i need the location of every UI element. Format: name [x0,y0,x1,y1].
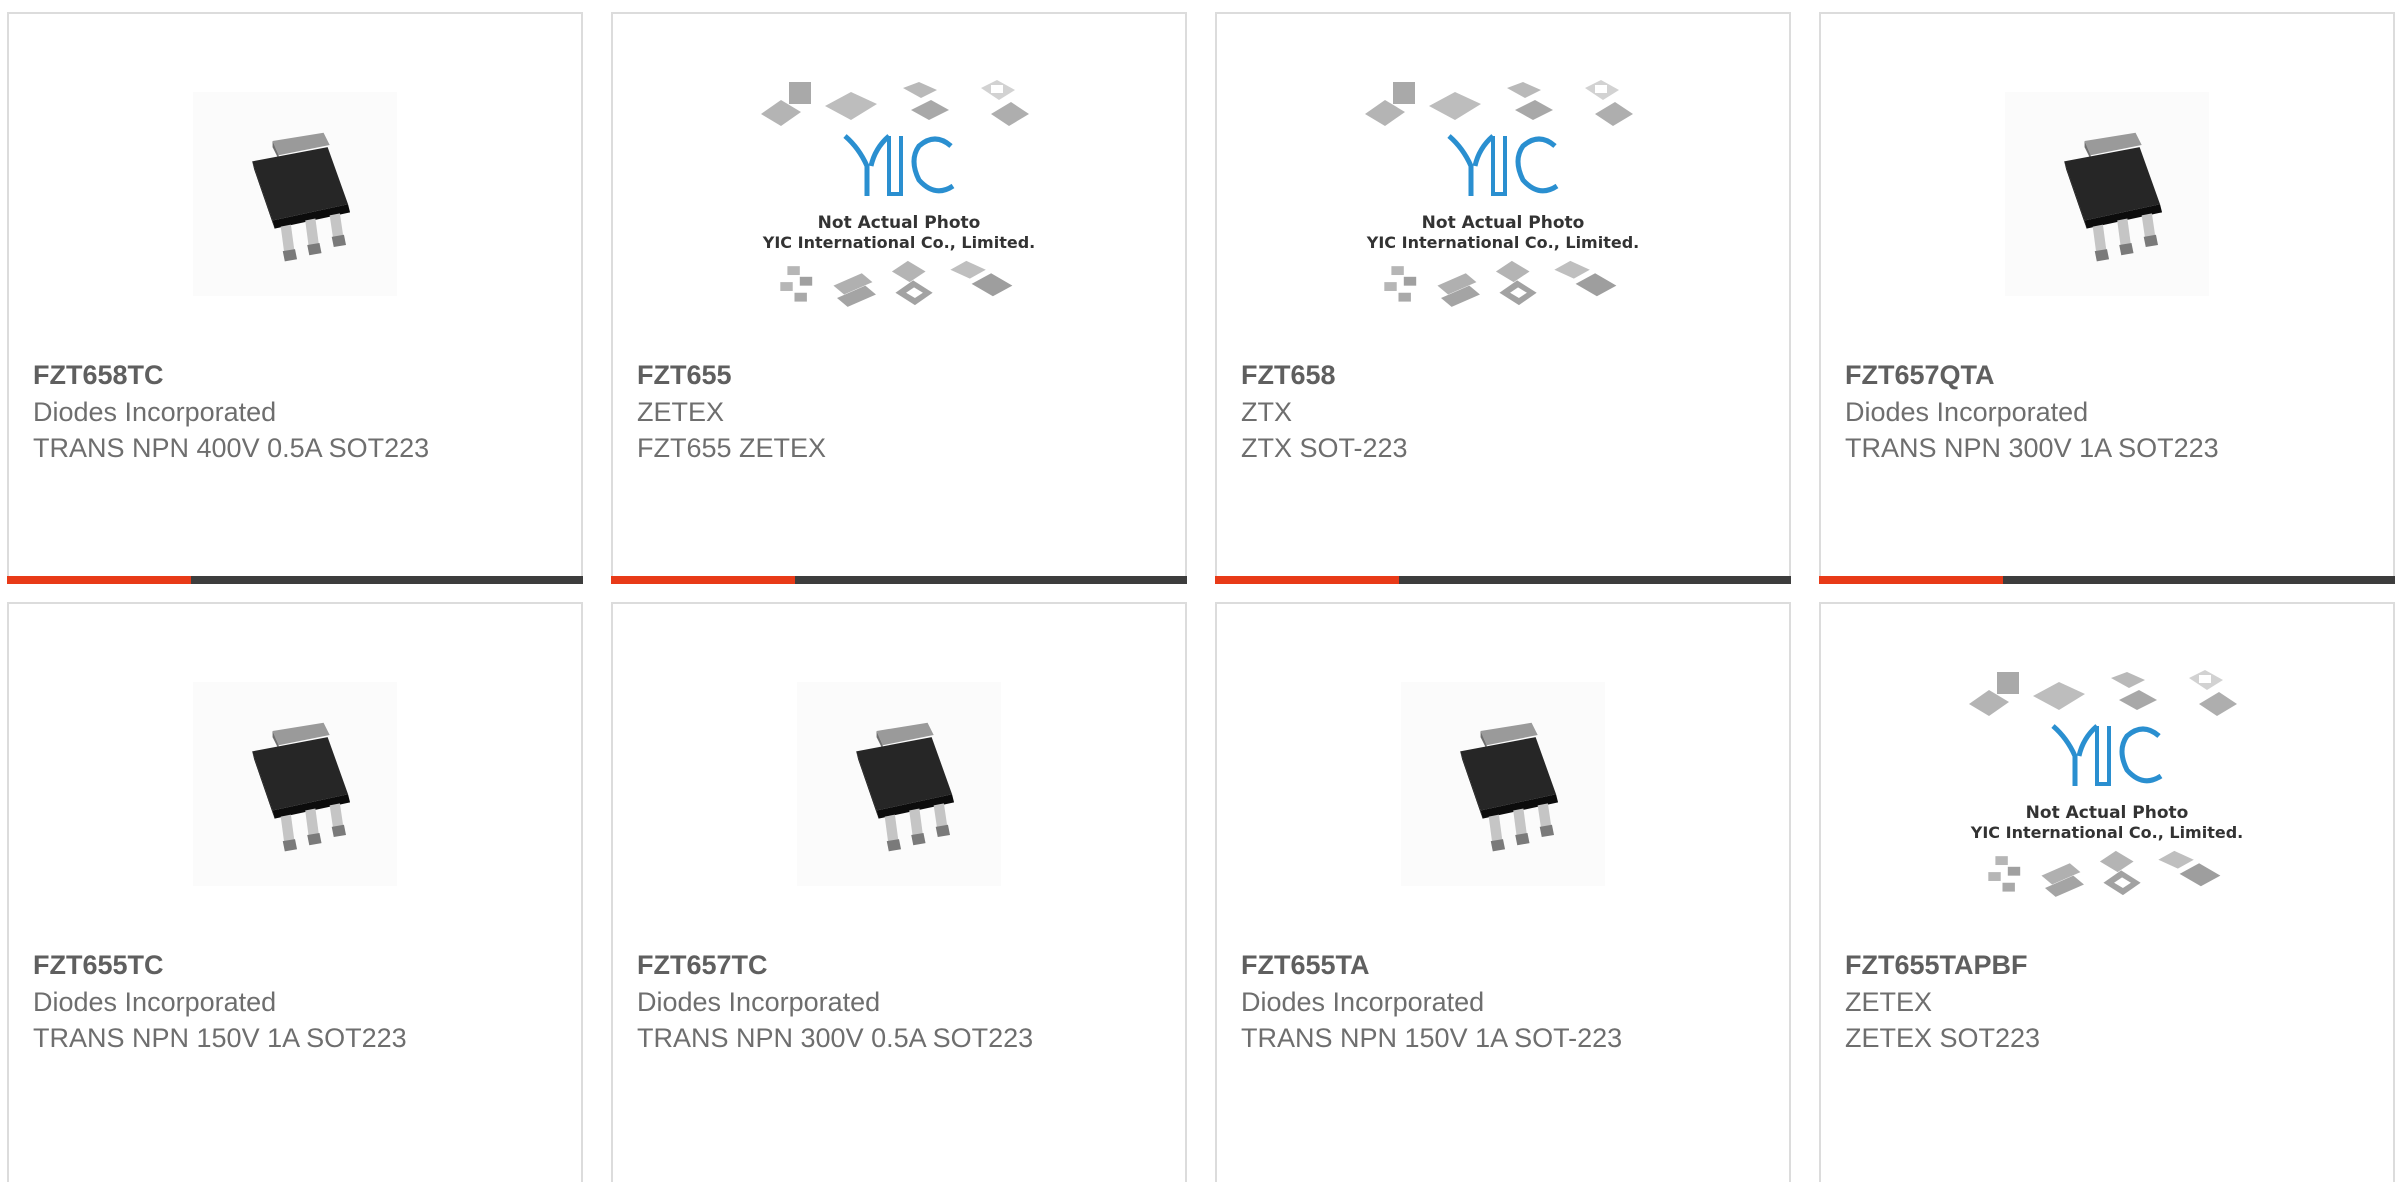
product-image[interactable] [1821,74,2393,314]
placeholder-photo-icon: Not Actual Photo YIC International Co., … [1969,670,2243,897]
manufacturer-label: ZETEX [1845,987,1933,1017]
part-number-link[interactable]: FZT655TC [33,946,561,984]
part-number-link[interactable]: FZT655TA [1241,946,1769,984]
part-number-link[interactable]: FZT658 [1241,356,1769,394]
part-number-link[interactable]: FZT657TC [637,946,1165,984]
product-image[interactable]: Not Actual Photo YIC International Co., … [1821,664,2393,904]
product-card[interactable]: FZT655TC Diodes Incorporated TRANS NPN 1… [7,602,583,1182]
card-accent-bar [7,576,191,584]
description-label: TRANS NPN 300V 0.5A SOT223 [637,1023,1034,1053]
product-grid: FZT658TC Diodes Incorporated TRANS NPN 4… [0,0,2400,1182]
product-image[interactable]: Not Actual Photo YIC International Co., … [1217,74,1789,314]
sot223-photo-icon [1401,682,1605,886]
placeholder-line1: Not Actual Photo [1422,213,1585,233]
manufacturer-label: ZETEX [637,397,725,427]
product-image[interactable] [9,664,581,904]
product-card[interactable]: FZT658TC Diodes Incorporated TRANS NPN 4… [7,12,583,584]
sot223-photo-icon [193,682,397,886]
part-number-link[interactable]: FZT655 [637,356,1165,394]
placeholder-line2: YIC International Co., Limited. [762,233,1035,252]
part-number-link[interactable]: FZT658TC [33,356,561,394]
manufacturer-label: Diodes Incorporated [33,397,277,427]
card-bottom-bar [1819,576,2395,584]
manufacturer-label: Diodes Incorporated [1241,987,1485,1017]
yic-logo [843,134,955,196]
placeholder-photo-icon: Not Actual Photo YIC International Co., … [761,80,1035,307]
card-bottom-bar [611,576,1187,584]
card-bottom-bar [1215,576,1791,584]
product-image[interactable] [613,664,1185,904]
card-bottom-bar [7,576,583,584]
manufacturer-label: ZTX [1241,397,1292,427]
description-label: TRANS NPN 300V 1A SOT223 [1845,433,2219,463]
placeholder-line2: YIC International Co., Limited. [1366,233,1639,252]
sot223-photo-icon [797,682,1001,886]
card-accent-bar [1215,576,1399,584]
part-number-link[interactable]: FZT657QTA [1845,356,2373,394]
product-image[interactable]: Not Actual Photo YIC International Co., … [613,74,1185,314]
product-card[interactable]: FZT657TC Diodes Incorporated TRANS NPN 3… [611,602,1187,1182]
product-card[interactable]: FZT657QTA Diodes Incorporated TRANS NPN … [1819,12,2395,584]
manufacturer-label: Diodes Incorporated [637,987,881,1017]
product-card[interactable]: Not Actual Photo YIC International Co., … [1215,12,1791,584]
description-label: ZETEX SOT223 [1845,1023,2041,1053]
product-image[interactable] [1217,664,1789,904]
sot223-photo-icon [193,92,397,296]
product-card[interactable]: Not Actual Photo YIC International Co., … [611,12,1187,584]
product-card[interactable]: Not Actual Photo YIC International Co., … [1819,602,2395,1182]
product-image[interactable] [9,74,581,314]
part-number-link[interactable]: FZT655TAPBF [1845,946,2373,984]
description-label: FZT655 ZETEX [637,433,827,463]
sot223-photo-icon [2005,92,2209,296]
description-label: ZTX SOT-223 [1241,433,1408,463]
manufacturer-label: Diodes Incorporated [1845,397,2089,427]
placeholder-line1: Not Actual Photo [2026,803,2189,823]
yic-logo [2051,724,2163,786]
product-card[interactable]: FZT655TA Diodes Incorporated TRANS NPN 1… [1215,602,1791,1182]
placeholder-photo-icon: Not Actual Photo YIC International Co., … [1365,80,1639,307]
placeholder-line2: YIC International Co., Limited. [1970,823,2243,842]
yic-logo [1447,134,1559,196]
description-label: TRANS NPN 150V 1A SOT223 [33,1023,407,1053]
description-label: TRANS NPN 150V 1A SOT-223 [1241,1023,1623,1053]
manufacturer-label: Diodes Incorporated [33,987,277,1017]
placeholder-line1: Not Actual Photo [818,213,981,233]
description-label: TRANS NPN 400V 0.5A SOT223 [33,433,430,463]
card-accent-bar [611,576,795,584]
card-accent-bar [1819,576,2003,584]
